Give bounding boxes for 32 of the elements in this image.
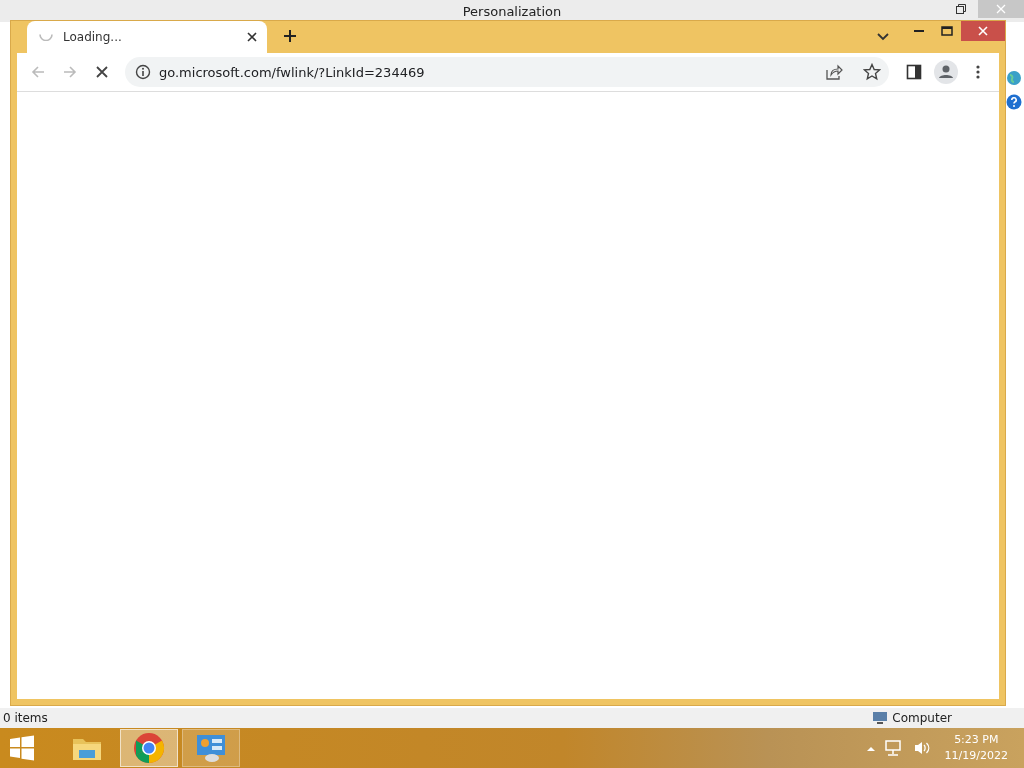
caret-up-icon <box>866 745 875 751</box>
maximize-icon <box>941 26 953 36</box>
computer-icon <box>872 711 889 725</box>
minimize-icon <box>914 29 924 33</box>
close-tab-icon[interactable] <box>247 32 257 42</box>
tab-title: Loading... <box>63 30 123 44</box>
kebab-icon <box>976 64 980 80</box>
profile-icon <box>934 60 958 84</box>
help-icon[interactable] <box>1006 94 1022 110</box>
control-panel-icon <box>195 733 227 763</box>
taskbar-app[interactable] <box>120 729 178 767</box>
close-icon <box>978 26 988 36</box>
browser-tab[interactable]: Loading... <box>27 21 267 53</box>
plus-icon <box>283 29 297 43</box>
side-panel-icon <box>906 64 922 80</box>
location-label: Computer <box>892 711 952 725</box>
chevron-down-icon <box>877 33 889 41</box>
show-hidden-icons-button[interactable] <box>866 745 875 751</box>
info-icon[interactable] <box>135 64 151 80</box>
item-count: 0 items <box>3 711 48 725</box>
profile-button[interactable] <box>931 57 961 87</box>
globe-icon[interactable] <box>1006 70 1022 86</box>
close-icon <box>996 4 1006 14</box>
window-title: Personalization <box>462 3 562 19</box>
windows-logo-icon <box>9 735 35 761</box>
chrome-icon <box>133 732 165 764</box>
address-bar[interactable]: go.microsoft.com/fwlink/?LinkId=234469 <box>125 57 889 87</box>
taskbar-app[interactable] <box>182 729 240 767</box>
star-icon[interactable] <box>863 63 881 81</box>
volume-icon[interactable] <box>912 740 931 756</box>
restore-icon <box>956 4 966 14</box>
share-icon[interactable] <box>825 63 843 81</box>
